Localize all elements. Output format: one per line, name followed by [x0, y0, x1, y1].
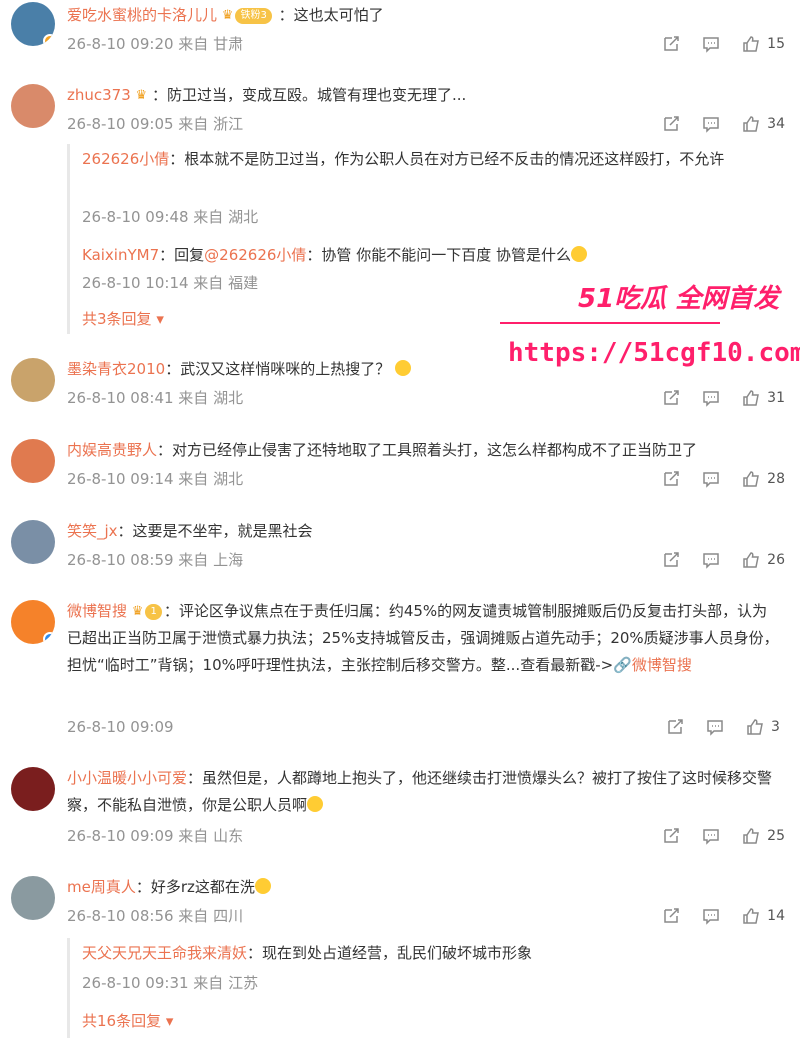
- like-icon[interactable]: [741, 550, 761, 570]
- reply-prefix: ：回复: [159, 246, 205, 264]
- like-count: 28: [767, 471, 785, 487]
- like-count: 26: [767, 552, 785, 568]
- username[interactable]: me周真人: [67, 878, 136, 896]
- avatar[interactable]: [11, 876, 55, 920]
- reply-text: ：根本就不是防卫过当，作为公职人员在对方已经不反击的情况还这样殴打，不允许: [169, 150, 725, 168]
- comment-meta: 26-8-10 09:09 来自 山东: [67, 827, 244, 845]
- chevron-down-icon: ▾: [156, 310, 164, 328]
- summary-link[interactable]: 微博智搜: [632, 656, 692, 674]
- like-icon[interactable]: [741, 906, 761, 926]
- crown-icon: ♛: [131, 604, 144, 619]
- like-icon[interactable]: [741, 388, 761, 408]
- reply-meta: 26-8-10 09:31 来自 江苏: [82, 974, 259, 992]
- verified-badge-icon: [43, 34, 55, 46]
- comment-text: ：这要是不坐牢，就是黑社会: [117, 522, 313, 540]
- comment-meta: 26-8-10 08:56 来自 四川: [67, 907, 244, 925]
- comment-text: ：好多rz这都在洗: [135, 878, 255, 896]
- avatar[interactable]: [11, 2, 55, 46]
- emoji-icon: [254, 878, 271, 894]
- comment-meta: 26-8-10 09:14 来自 湖北: [67, 470, 244, 488]
- reply-text: ：协管 你能不能问一下百度 协管是什么: [306, 246, 571, 264]
- comment-text: ：这也太可怕了: [278, 6, 384, 24]
- username[interactable]: 微博智搜: [67, 602, 127, 620]
- fan-badge: 铁粉3: [235, 7, 272, 24]
- share-icon[interactable]: [661, 469, 681, 489]
- comment-meta: 26-8-10 09:09: [67, 718, 174, 736]
- username[interactable]: zhuc373: [67, 86, 131, 104]
- avatar[interactable]: [11, 358, 55, 402]
- comment-icon[interactable]: [701, 388, 721, 408]
- verified-badge-icon: [43, 632, 55, 644]
- comment-meta: 26-8-10 09:05 来自 浙江: [67, 115, 244, 133]
- share-icon[interactable]: [661, 550, 681, 570]
- watermark-url: https://51cgf10.com: [508, 338, 800, 368]
- avatar[interactable]: [11, 84, 55, 128]
- comment-meta: 26-8-10 08:59 来自 上海: [67, 551, 244, 569]
- like-count: 3: [771, 719, 780, 735]
- emoji-icon: [570, 246, 587, 262]
- comment-text: ：防卫过当，变成互殴。城管有理也变无理了...: [151, 86, 467, 104]
- reply-username[interactable]: KaixinYM7: [82, 246, 159, 264]
- avatar[interactable]: [11, 439, 55, 483]
- watermark-brand: 51吃瓜 全网首发: [578, 284, 780, 314]
- more-replies-link[interactable]: 共3条回复 ▾: [82, 308, 164, 329]
- share-icon[interactable]: [661, 34, 681, 54]
- more-replies-link[interactable]: 共16条回复 ▾: [82, 1010, 173, 1031]
- comment-icon[interactable]: [701, 469, 721, 489]
- comment-icon[interactable]: [701, 550, 721, 570]
- like-count: 15: [767, 36, 785, 52]
- more-replies-label: 共3条回复: [82, 310, 152, 328]
- reply-list: 天父天兄天王命我来清妖：现在到处占道经营，乱民们破坏城市形象 26-8-10 0…: [67, 938, 782, 1038]
- avatar[interactable]: [11, 520, 55, 564]
- crown-icon: ♛: [135, 88, 148, 103]
- username[interactable]: 笑笑_jx: [67, 522, 118, 540]
- chevron-down-icon: ▾: [165, 1012, 174, 1030]
- like-count: 14: [767, 908, 785, 924]
- reply-username[interactable]: 262626小倩: [82, 150, 169, 168]
- comment-text: ：武汉又这样悄咪咪的上热搜了？: [165, 360, 391, 378]
- username[interactable]: 爱吃水蜜桃的卡洛儿儿: [67, 6, 217, 24]
- emoji-icon: [307, 796, 324, 812]
- reply-meta: 26-8-10 09:48 来自 湖北: [82, 208, 259, 226]
- link-icon: 🔗: [613, 656, 632, 674]
- share-icon[interactable]: [661, 388, 681, 408]
- username[interactable]: 墨染青衣2010: [67, 360, 165, 378]
- fan-badge: 1: [145, 603, 162, 620]
- like-icon[interactable]: [741, 469, 761, 489]
- like-icon[interactable]: [741, 114, 761, 134]
- comment-icon[interactable]: [701, 906, 721, 926]
- share-icon[interactable]: [661, 906, 681, 926]
- like-icon[interactable]: [745, 717, 765, 737]
- emoji-icon: [394, 360, 411, 376]
- like-icon[interactable]: [741, 34, 761, 54]
- like-count: 31: [767, 390, 785, 406]
- share-icon[interactable]: [661, 114, 681, 134]
- username[interactable]: 小小温暖小小可爱: [67, 769, 187, 787]
- avatar[interactable]: [11, 600, 55, 644]
- comment-meta: 26-8-10 09:20 来自 甘肃: [67, 35, 244, 53]
- avatar[interactable]: [11, 767, 55, 811]
- reply-username[interactable]: 天父天兄天王命我来清妖: [82, 944, 247, 962]
- watermark-divider: [500, 322, 720, 324]
- mention-link[interactable]: @262626小倩: [204, 246, 306, 264]
- comment-text: ：对方已经停止侵害了还特地取了工具照着头打，这怎么样都构成不了正当防卫了: [157, 441, 698, 459]
- share-icon[interactable]: [665, 717, 685, 737]
- more-replies-label: 共16条回复: [82, 1012, 162, 1030]
- comment-meta: 26-8-10 08:41 来自 湖北: [67, 389, 244, 407]
- like-count: 34: [767, 116, 785, 132]
- like-icon[interactable]: [741, 826, 761, 846]
- reply-text: ：现在到处占道经营，乱民们破坏城市形象: [247, 944, 533, 962]
- share-icon[interactable]: [661, 826, 681, 846]
- username[interactable]: 内娱高贵野人: [67, 441, 157, 459]
- comment-icon[interactable]: [701, 826, 721, 846]
- comment-icon[interactable]: [701, 34, 721, 54]
- reply-meta: 26-8-10 10:14 来自 福建: [82, 274, 259, 292]
- like-count: 25: [767, 828, 785, 844]
- comment-icon[interactable]: [705, 717, 725, 737]
- crown-icon: ♛: [221, 8, 234, 23]
- comment-icon[interactable]: [701, 114, 721, 134]
